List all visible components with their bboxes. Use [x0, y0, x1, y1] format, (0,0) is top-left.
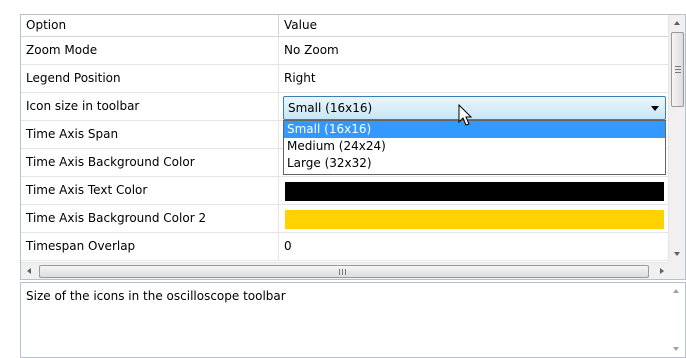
- header-value[interactable]: Value: [279, 15, 670, 37]
- horizontal-scrollbar[interactable]: [21, 262, 670, 279]
- grip-icon: [339, 269, 346, 275]
- scroll-down-icon[interactable]: [673, 347, 679, 351]
- color-swatch-yellow[interactable]: [285, 210, 664, 229]
- property-name: Time Axis Background Color 2: [21, 205, 279, 232]
- property-row-legend-position[interactable]: Legend Position Right: [21, 65, 670, 93]
- property-name: Time Axis Text Color: [21, 177, 279, 204]
- property-row-zoom-mode[interactable]: Zoom Mode No Zoom: [21, 37, 670, 65]
- property-name: Time Axis Span: [21, 121, 279, 148]
- mouse-cursor-icon: [458, 104, 473, 126]
- property-name: Icon size in toolbar: [21, 93, 279, 120]
- dropdown-option-large[interactable]: Large (32x32): [284, 155, 665, 172]
- scroll-left-button[interactable]: [21, 263, 38, 279]
- scroll-up-icon[interactable]: [673, 289, 679, 293]
- chevron-down-icon[interactable]: [651, 106, 659, 111]
- vertical-scrollbar[interactable]: [668, 15, 685, 262]
- scroll-up-icon: [674, 21, 680, 25]
- scroll-left-icon: [27, 268, 31, 274]
- scrollbar-corner: [668, 262, 685, 279]
- property-name: Zoom Mode: [21, 37, 279, 64]
- property-value[interactable]: 0: [279, 233, 670, 260]
- property-name: Time Axis Background Color: [21, 149, 279, 176]
- scroll-down-button[interactable]: [669, 245, 685, 262]
- property-value[interactable]: Right: [279, 65, 670, 92]
- dropdown-option-small[interactable]: Small (16x16): [284, 121, 665, 138]
- combobox-selected-value: Small (16x16): [288, 101, 373, 115]
- scroll-right-icon: [660, 268, 664, 274]
- property-editor: Option Value Zoom Mode No Zoom Legend Po…: [20, 14, 686, 358]
- scroll-up-button[interactable]: [669, 15, 685, 32]
- property-name: Legend Position: [21, 65, 279, 92]
- grid-header: Option Value: [21, 15, 670, 37]
- header-option[interactable]: Option: [21, 15, 279, 37]
- dropdown-option-medium[interactable]: Medium (24x24): [284, 138, 665, 155]
- grip-icon: [675, 66, 681, 73]
- property-name: Timespan Overlap: [21, 233, 279, 260]
- icon-size-dropdown-list: Small (16x16) Medium (24x24) Large (32x3…: [283, 120, 666, 175]
- description-pane: Size of the icons in the oscilloscope to…: [20, 282, 686, 358]
- icon-size-combobox[interactable]: Small (16x16): [283, 96, 666, 120]
- property-row-timespan-overlap[interactable]: Timespan Overlap 0: [21, 233, 670, 261]
- color-swatch-black[interactable]: [285, 182, 664, 201]
- description-text: Size of the icons in the oscilloscope to…: [26, 289, 286, 303]
- horizontal-scroll-thumb[interactable]: [39, 265, 649, 278]
- property-value[interactable]: No Zoom: [279, 37, 670, 64]
- property-row-time-axis-text-color[interactable]: Time Axis Text Color: [21, 177, 670, 205]
- description-scrollbar[interactable]: [668, 283, 685, 357]
- vertical-scroll-thumb[interactable]: [671, 32, 684, 107]
- property-grid: Option Value Zoom Mode No Zoom Legend Po…: [20, 14, 686, 280]
- property-row-time-axis-background-color-2[interactable]: Time Axis Background Color 2: [21, 205, 670, 233]
- scroll-down-icon: [674, 252, 680, 256]
